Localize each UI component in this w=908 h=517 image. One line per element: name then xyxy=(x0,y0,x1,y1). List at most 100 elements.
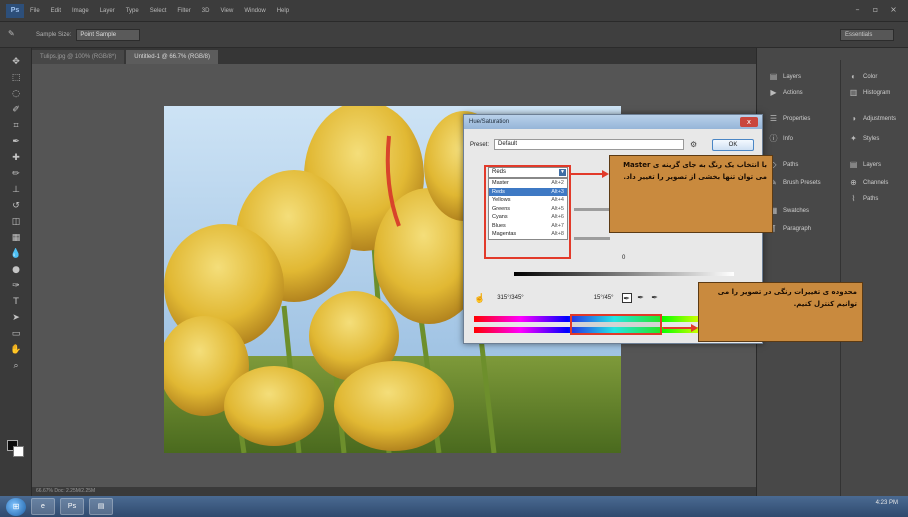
background-color-swatch[interactable] xyxy=(13,446,24,457)
hand-tool-icon[interactable]: ✋ xyxy=(10,344,22,356)
app-logo: Ps xyxy=(6,3,24,18)
properties-icon: ☰ xyxy=(769,114,778,123)
ok-button[interactable]: OK xyxy=(712,139,754,151)
histogram-icon: ▥ xyxy=(849,88,858,97)
zoom-tool-icon[interactable]: ⌕ xyxy=(10,360,22,372)
tools-panel: ✥ ⬚ ◌ ✐ ⌗ ✒ ✚ ✏ ⊥ ↺ ◫ ▦ 💧 ● ✑ T ➤ ▭ ✋ ⌕ xyxy=(0,48,32,496)
hue-slider[interactable] xyxy=(574,208,610,211)
panel-styles[interactable]: ✦ Styles xyxy=(849,134,879,143)
panel-paths[interactable]: ⌇ Paths xyxy=(849,194,879,203)
healing-tool-icon[interactable]: ✚ xyxy=(10,152,22,164)
preset-select[interactable]: Default xyxy=(494,139,685,150)
blur-tool-icon[interactable]: 💧 xyxy=(10,248,22,260)
dialog-title: Hue/Saturation xyxy=(469,119,510,125)
adjustments-icon: ◑ xyxy=(851,114,856,123)
sample-size-select[interactable]: Point Sample xyxy=(76,28,141,41)
move-tool-icon[interactable]: ✥ xyxy=(10,56,22,68)
channels-icon: ⊕ xyxy=(850,178,857,187)
color-range-slider[interactable] xyxy=(570,314,662,335)
path-icon: ⌇ xyxy=(851,194,856,203)
options-bar: ✎ Sample Size: Point Sample Essentials xyxy=(0,22,908,48)
range-left-value: 315°/345° xyxy=(497,295,524,301)
saturation-slider[interactable] xyxy=(574,237,610,240)
taskbar-app-explorer[interactable]: ▤ xyxy=(89,498,113,515)
menu-layer[interactable]: Layer xyxy=(100,8,115,14)
lightness-ramp xyxy=(514,272,734,276)
panel-layers-right[interactable]: ▤ Layers xyxy=(849,160,881,169)
panel-brush-presets[interactable]: ✎ Brush Presets xyxy=(769,178,821,187)
range-right-value: 15°/45° xyxy=(593,295,614,301)
menu-window[interactable]: Window xyxy=(244,8,265,14)
preset-label: Preset: xyxy=(470,141,490,148)
actions-icon: ▶ xyxy=(770,88,777,97)
panel-actions[interactable]: ▶ Actions xyxy=(769,88,802,97)
brush-tool-icon[interactable]: ✏ xyxy=(10,168,22,180)
menu-select[interactable]: Select xyxy=(150,8,167,14)
preset-options-icon[interactable]: ⚙ xyxy=(690,140,697,149)
color-icon: ◐ xyxy=(851,72,856,81)
panel-channels[interactable]: ⊕ Channels xyxy=(849,178,888,187)
path-select-icon[interactable]: ➤ xyxy=(10,312,22,324)
panel-paths-left[interactable]: ◇ Paths xyxy=(769,160,798,169)
targeted-adjustment-icon[interactable]: ☝ xyxy=(474,293,485,304)
eyedropper-minus-icon[interactable]: ✒ xyxy=(650,293,660,303)
eyedropper-icon[interactable]: ✒ xyxy=(10,136,22,148)
dodge-tool-icon[interactable]: ● xyxy=(10,264,22,276)
menu-3d[interactable]: 3D xyxy=(202,8,210,14)
lasso-tool-icon[interactable]: ◌ xyxy=(10,88,22,100)
maximize-icon[interactable]: ▫ xyxy=(871,5,880,14)
status-bar: 66.67% Doc: 2.25M/2.25M xyxy=(32,487,756,496)
info-icon: ⓘ xyxy=(769,134,778,143)
quick-select-tool-icon[interactable]: ✐ xyxy=(10,104,22,116)
menu-filter[interactable]: Filter xyxy=(177,8,190,14)
history-brush-icon[interactable]: ↺ xyxy=(10,200,22,212)
arrow-right-icon xyxy=(691,324,698,332)
workspace-select[interactable]: Essentials xyxy=(840,29,894,41)
taskbar-app-browser[interactable]: e xyxy=(31,498,55,515)
close-icon[interactable]: × xyxy=(889,5,898,14)
tab-document-2[interactable]: Untitled-1 @ 66.7% (RGB/8) xyxy=(126,50,219,64)
eyedropper-icon[interactable]: ✒ xyxy=(621,293,632,303)
window-controls: – ▫ × xyxy=(853,5,898,14)
menu-file[interactable]: File xyxy=(30,8,40,14)
pen-tool-icon[interactable]: ✑ xyxy=(10,280,22,292)
menu-view[interactable]: View xyxy=(220,8,233,14)
panel-info[interactable]: ⓘ Info xyxy=(769,134,794,143)
crop-tool-icon[interactable]: ⌗ xyxy=(10,120,22,132)
arrow-line xyxy=(663,327,692,329)
type-tool-icon[interactable]: T xyxy=(10,296,22,308)
panel-layers[interactable]: ▤ Layers xyxy=(769,72,801,81)
start-button[interactable]: ⊞ xyxy=(6,497,26,516)
panel-swatches[interactable]: ▦ Swatches xyxy=(769,206,809,215)
arrow-line xyxy=(571,173,603,175)
dialog-close-button[interactable]: x xyxy=(740,117,758,127)
layers-icon: ▤ xyxy=(769,72,778,81)
tab-document-1[interactable]: Tulips.jpg @ 100% (RGB/8*) xyxy=(32,50,125,64)
minimize-icon[interactable]: – xyxy=(853,5,862,14)
eraser-tool-icon[interactable]: ◫ xyxy=(10,216,22,228)
range-annotation: محدوده ی تغییرات رنگی در تصویر را می توا… xyxy=(698,282,863,342)
channel-annotation: با انتخاب یک رنگ به جای گزینه ی Master م… xyxy=(609,155,773,233)
menu-edit[interactable]: Edit xyxy=(51,8,61,14)
dialog-titlebar[interactable]: Hue/Saturation xyxy=(464,115,762,129)
menu-help[interactable]: Help xyxy=(277,8,289,14)
shape-tool-icon[interactable]: ▭ xyxy=(10,328,22,340)
panel-paragraph[interactable]: ¶ Paragraph xyxy=(769,224,811,233)
panel-properties[interactable]: ☰ Properties xyxy=(769,114,810,123)
marquee-tool-icon[interactable]: ⬚ xyxy=(10,72,22,84)
panel-color[interactable]: ◐ Color xyxy=(849,72,877,81)
eyedropper-plus-icon[interactable]: ✒ xyxy=(636,293,646,303)
stamp-tool-icon[interactable]: ⊥ xyxy=(10,184,22,196)
eyedropper-tool-icon[interactable]: ✎ xyxy=(8,29,28,41)
channel-highlight-box xyxy=(484,165,571,259)
panel-adjustments[interactable]: ◑ Adjustments xyxy=(849,114,896,123)
menu-image[interactable]: Image xyxy=(72,8,89,14)
panel-histogram[interactable]: ▥ Histogram xyxy=(849,88,891,97)
taskbar-app-photoshop[interactable]: Ps xyxy=(60,498,84,515)
right-panels: ▤ Layers ▶ Actions ☰ Properties ⓘ Info ◇ Path… xyxy=(756,48,908,496)
menu-type[interactable]: Type xyxy=(126,8,139,14)
styles-icon: ✦ xyxy=(850,134,857,143)
arrow-right-icon xyxy=(602,170,609,178)
gradient-tool-icon[interactable]: ▦ xyxy=(10,232,22,244)
lightness-value[interactable]: 0 xyxy=(622,255,625,261)
